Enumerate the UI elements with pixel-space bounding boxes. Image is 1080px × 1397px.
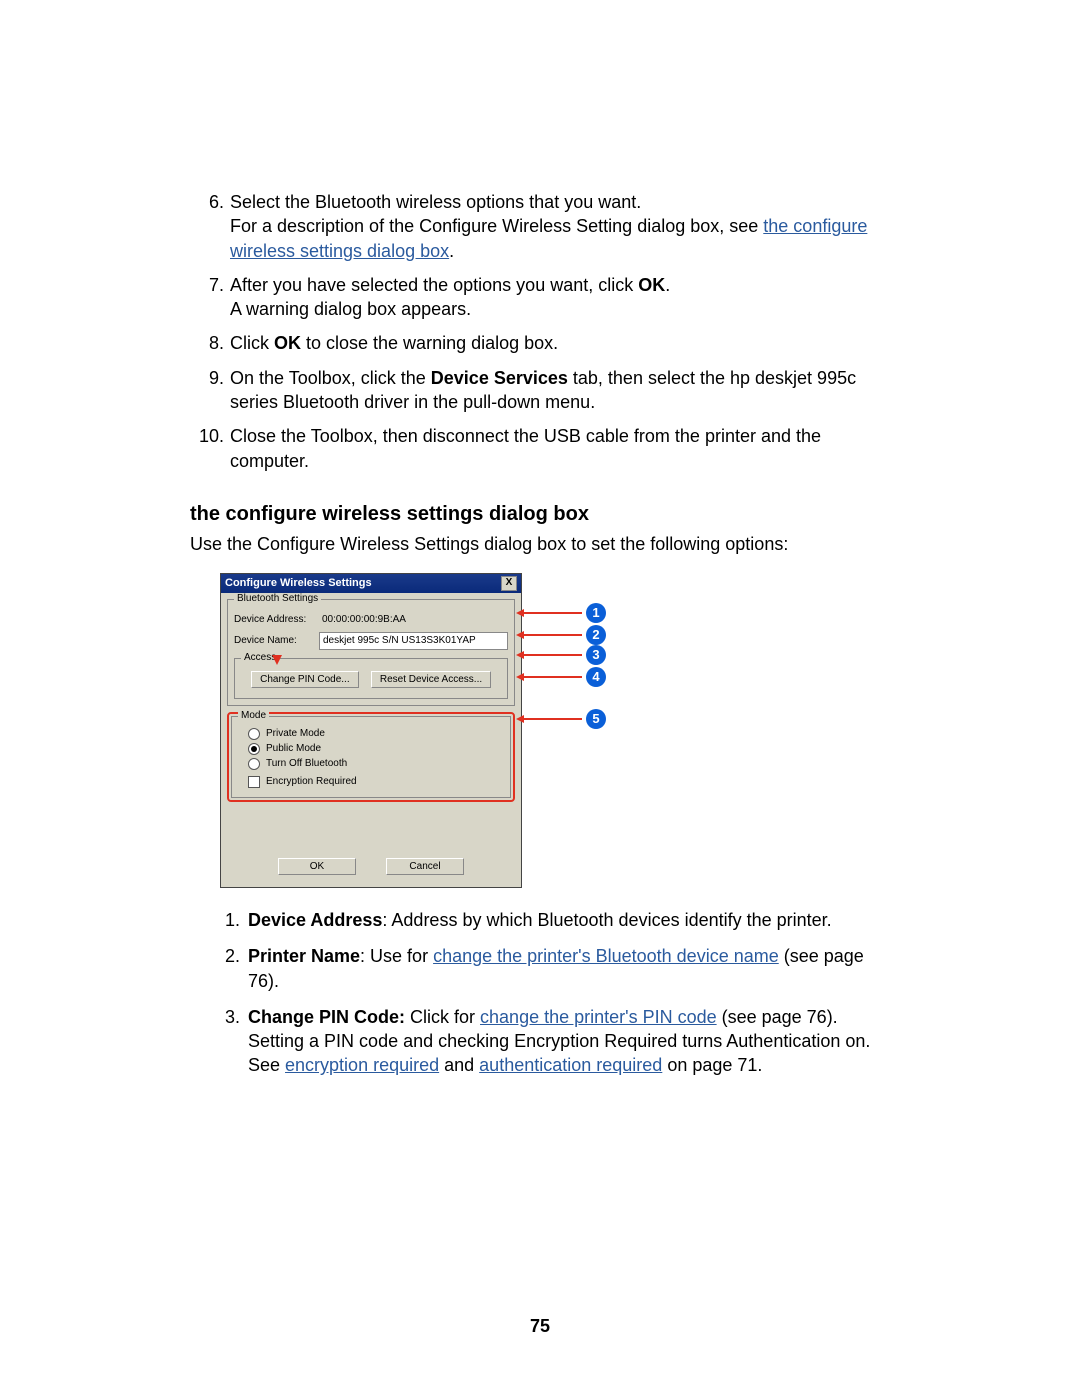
- label: Device Address:: [234, 614, 319, 625]
- link-authentication[interactable]: authentication required: [479, 1055, 662, 1075]
- body: Device Address: Address by which Bluetoo…: [248, 908, 890, 932]
- step-number: 9.: [190, 366, 230, 415]
- text: Select the Bluetooth wireless options th…: [230, 192, 641, 212]
- num: 3.: [190, 1005, 248, 1078]
- section-intro: Use the Configure Wireless Settings dial…: [190, 534, 890, 555]
- device-address-value: 00:00:00:00:9B:AA: [319, 612, 508, 628]
- desc-2: 2. Printer Name: Use for change the prin…: [190, 944, 890, 993]
- body: Change PIN Code: Click for change the pr…: [248, 1005, 890, 1078]
- callout-2: 2: [586, 625, 606, 645]
- step-body: After you have selected the options you …: [230, 273, 890, 322]
- dialog-figure: Configure Wireless Settings X Bluetooth …: [220, 573, 890, 888]
- step-number: 7.: [190, 273, 230, 322]
- group-legend: Mode: [238, 710, 269, 721]
- step-body: Select the Bluetooth wireless options th…: [230, 190, 890, 263]
- description-list: 1. Device Address: Address by which Blue…: [190, 908, 890, 1078]
- callout-5: 5: [586, 709, 606, 729]
- step-body: On the Toolbox, click the Device Service…: [230, 366, 890, 415]
- cancel-button[interactable]: Cancel: [386, 858, 464, 875]
- device-name-row: Device Name: deskjet 995c S/N US13S3K01Y…: [234, 632, 508, 650]
- mode-highlight: Mode Private Mode Public Mode Turn Off B…: [227, 712, 515, 802]
- label: Device Name:: [234, 635, 319, 646]
- step-9: 9. On the Toolbox, click the Device Serv…: [190, 366, 890, 415]
- step-6: 6. Select the Bluetooth wireless options…: [190, 190, 890, 263]
- check-encryption[interactable]: Encryption Required: [248, 776, 504, 788]
- close-icon[interactable]: X: [501, 576, 517, 591]
- bold-ok: OK: [274, 333, 301, 353]
- link-change-name[interactable]: change the printer's Bluetooth device na…: [433, 946, 779, 966]
- num: 1.: [190, 908, 248, 932]
- desc-3: 3. Change PIN Code: Click for change the…: [190, 1005, 890, 1078]
- text: A warning dialog box appears.: [230, 299, 471, 319]
- text: Click: [230, 333, 274, 353]
- bold-ok: OK: [638, 275, 665, 295]
- radio-off[interactable]: Turn Off Bluetooth: [248, 758, 504, 770]
- link-encryption[interactable]: encryption required: [285, 1055, 439, 1075]
- bluetooth-settings-group: Bluetooth Settings Device Address: 00:00…: [227, 599, 515, 706]
- text: .: [449, 241, 454, 261]
- ok-button[interactable]: OK: [278, 858, 356, 875]
- label: Public Mode: [266, 743, 321, 754]
- label: Turn Off Bluetooth: [266, 758, 347, 769]
- mode-group: Mode Private Mode Public Mode Turn Off B…: [231, 716, 511, 798]
- steps-list: 6. Select the Bluetooth wireless options…: [190, 190, 890, 473]
- body: Printer Name: Use for change the printer…: [248, 944, 890, 993]
- num: 2.: [190, 944, 248, 993]
- step-body: Click OK to close the warning dialog box…: [230, 331, 890, 355]
- step-7: 7. After you have selected the options y…: [190, 273, 890, 322]
- radio-private[interactable]: Private Mode: [248, 728, 504, 740]
- step-number: 6.: [190, 190, 230, 263]
- text: For a description of the Configure Wirel…: [230, 216, 763, 236]
- link-change-pin[interactable]: change the printer's PIN code: [480, 1007, 717, 1027]
- text: : Use for: [360, 946, 433, 966]
- section-title: the configure wireless settings dialog b…: [190, 503, 890, 526]
- bold-device-services: Device Services: [431, 368, 568, 388]
- dialog-title: Configure Wireless Settings: [225, 577, 372, 589]
- term: Device Address: [248, 910, 382, 930]
- configure-wireless-dialog: Configure Wireless Settings X Bluetooth …: [220, 573, 522, 888]
- step-10: 10. Close the Toolbox, then disconnect t…: [190, 424, 890, 473]
- desc-1: 1. Device Address: Address by which Blue…: [190, 908, 890, 932]
- text: and: [439, 1055, 479, 1075]
- callout-1: 1: [586, 603, 606, 623]
- device-address-row: Device Address: 00:00:00:00:9B:AA: [234, 612, 508, 628]
- label: Private Mode: [266, 728, 325, 739]
- step-body: Close the Toolbox, then disconnect the U…: [230, 424, 890, 473]
- step-number: 10.: [190, 424, 230, 473]
- text: on page 71.: [662, 1055, 762, 1075]
- radio-public[interactable]: Public Mode: [248, 743, 504, 755]
- access-group: Access Change PIN Code... Reset Device A…: [234, 658, 508, 699]
- page-number: 75: [0, 1316, 1080, 1337]
- term: Change PIN Code:: [248, 1007, 405, 1027]
- text: On the Toolbox, click the: [230, 368, 431, 388]
- group-legend: Bluetooth Settings: [234, 593, 321, 604]
- change-pin-button[interactable]: Change PIN Code...: [251, 671, 359, 688]
- callout-4: 4: [586, 667, 606, 687]
- label: Encryption Required: [266, 776, 357, 787]
- text: After you have selected the options you …: [230, 275, 638, 295]
- page-content: 6. Select the Bluetooth wireless options…: [190, 190, 890, 1090]
- text: to close the warning dialog box.: [301, 333, 558, 353]
- reset-access-button[interactable]: Reset Device Access...: [371, 671, 491, 688]
- callout-arrow-icon: [272, 655, 282, 665]
- text: : Address by which Bluetooth devices ide…: [382, 910, 831, 930]
- step-8: 8. Click OK to close the warning dialog …: [190, 331, 890, 355]
- text: .: [665, 275, 670, 295]
- dialog-buttons: OK Cancel: [221, 848, 521, 887]
- step-number: 8.: [190, 331, 230, 355]
- callout-3: 3: [586, 645, 606, 665]
- text: Close the Toolbox, then disconnect the U…: [230, 426, 821, 470]
- dialog-titlebar: Configure Wireless Settings X: [221, 574, 521, 593]
- term: Printer Name: [248, 946, 360, 966]
- text: Click for: [405, 1007, 480, 1027]
- device-name-input[interactable]: deskjet 995c S/N US13S3K01YAP: [319, 632, 508, 650]
